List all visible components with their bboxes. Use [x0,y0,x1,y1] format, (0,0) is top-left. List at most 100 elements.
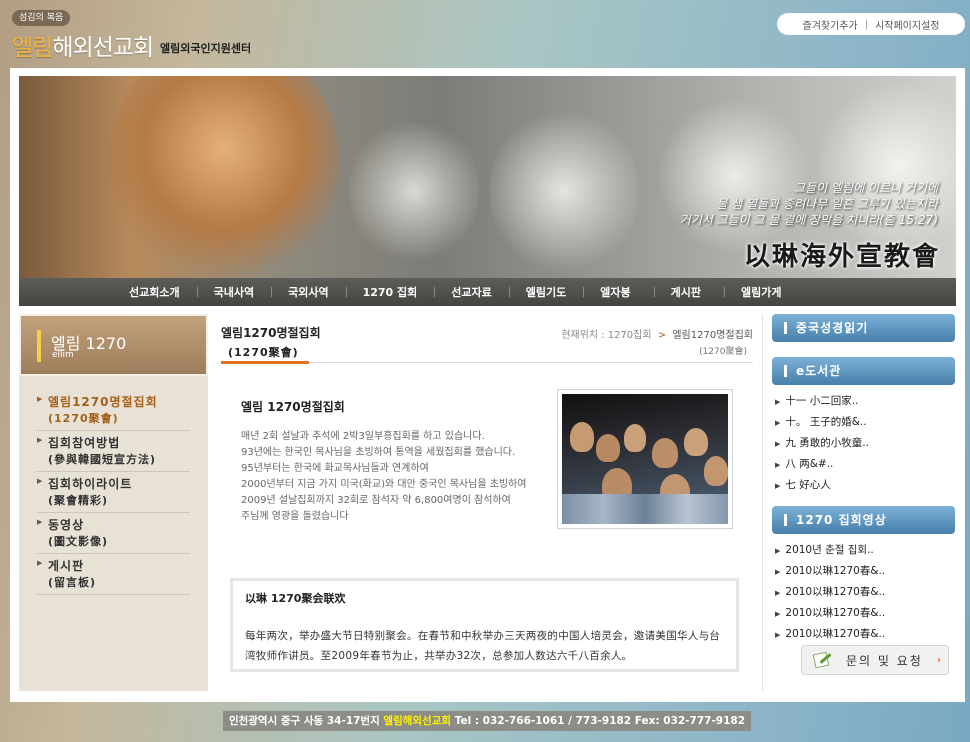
breadcrumb-subtitle: (1270聚會) [699,347,747,357]
sidebar-item-board[interactable]: ▶ 게시판 (留言板) [37,554,190,595]
logo-highlight: 엘림 [12,35,53,61]
sidebar-item-label: 집회참여방법 [48,436,121,450]
photo-figure [570,422,594,452]
intro-line: 93년에는 한국인 목사님을 초빙하여 통역을 세웠집회를 했습니다. [241,447,516,458]
video-item[interactable]: ▶ 2010以琳1270春&.. [775,624,957,645]
sidebar-item-participation[interactable]: ▶ 집회참여방법 (參與韓國短宣方法) [37,431,190,472]
bullet-arrow-icon: ▶ [775,568,781,576]
inquiry-request-button[interactable]: 문의 및 요청 › [801,645,949,675]
library-item[interactable]: ▶ 十。 王子的婚&.. [775,412,957,433]
bible-reading-button[interactable]: 중국성경읽기 [772,314,955,342]
meeting-photo [557,389,733,529]
library-item[interactable]: ▶ 十一 小二回家.. [775,391,957,412]
intro-line: 2009년 설날집회까지 32회로 참석자 약 6,800여명이 참석하여 [241,495,511,506]
right-sidebar: 중국성경읽기 e도서관 ▶ 十一 小二回家.. ▶ 十。 王子的婚&.. ▶ 九 勇敢… [772,314,957,675]
video-item[interactable]: ▶ 2010년 춘절 집회.. [775,540,957,561]
breadcrumb-path[interactable]: 현재위치 : 1270집회 [561,330,651,341]
sidebar-item-sublabel: (聚會精彩) [48,494,109,507]
intro-line: 매년 2회 설날과 추석에 2박3일부흥집회를 하고 있습니다. [241,431,485,442]
logo-text: 해외선교회 [52,35,154,61]
video-item[interactable]: ▶ 2010以琳1270春&.. [775,603,957,624]
sidebar-item-sublabel: (圖文影像) [48,535,109,548]
sidebar-item-sublabel: (留言板) [48,576,97,589]
banner-quote-line: 그들이 엘림에 이르니 거기에 [794,181,938,195]
footer-org-name: 엘림해외선교회 [383,715,452,727]
bullet-arrow-icon: ▶ [775,547,781,555]
footer-info: 인천광역시 중구 사동 34-17번지 엘림해외선교회 Tel : 032-76… [223,711,751,731]
library-item-label: 八 两&#.. [785,458,834,470]
logo-tagline: 섬김의 복음 [12,10,71,26]
main-frame: 그들이 엘림에 이르니 거기에 물 샘 열둘과 종려나무 일흔 그루가 있는지라… [10,68,965,702]
library-item[interactable]: ▶ 九 勇敢的小牧童.. [775,433,957,454]
site-subtitle: 엘림외국인지원센터 [160,42,252,55]
add-favorite-link[interactable]: 즐겨찾기추가 [803,17,858,32]
sidebar-item-sublabel: (參與韓國短宣方法) [48,453,157,466]
breadcrumb: 현재위치 : 1270집회 > 엘림1270명절집회 [561,326,753,341]
library-list: ▶ 十一 小二回家.. ▶ 十。 王子的婚&.. ▶ 九 勇敢的小牧童.. ▶ 八 两&… [772,385,957,496]
arrow-right-icon: ▶ [37,518,43,526]
intro-text: 매년 2회 설날과 추석에 2박3일부흥집회를 하고 있습니다. 93년에는 한… [241,429,527,525]
footer-address: 인천광역시 중구 사동 34-17번지 [228,715,380,727]
column-divider [762,314,763,691]
bullet-arrow-icon: ▶ [775,440,781,448]
sidebar-item-highlights[interactable]: ▶ 집회하이라이트 (聚會精彩) [37,472,190,513]
video-list: ▶ 2010년 춘절 집회.. ▶ 2010以琳1270春&.. ▶ 2010以琳12… [772,534,957,645]
sidebar-item-label: 동영상 [48,518,85,532]
video-item-label: 2010以琳1270春&.. [785,628,886,640]
video-item-label: 2010以琳1270春&.. [785,565,886,577]
banner-quote-line: 거기서 그들이 그 물 곁에 장막을 치니라(출 15:27) [679,213,938,227]
banner-hanja-title: 以琳海外宣教會 [743,242,940,272]
arrow-right-icon: ▶ [37,477,43,485]
page-subtitle: (1270聚會) [228,346,299,359]
intro-line: 2000년부터 지금 가지 미국(화교)와 대만 중국인 목사님을 초빙하여 [241,479,527,490]
nav-item[interactable]: 엘자봉 [583,284,631,300]
video-item[interactable]: ▶ 2010以琳1270春&.. [775,582,957,603]
banner-figure [489,106,639,276]
intro-line: 95년부터는 한국에 화교목사님들과 연계하여 [241,463,429,474]
nav-item[interactable]: 국내사역 [196,284,254,300]
sidebar-header-bar [37,330,41,362]
nav-item[interactable]: 선교회소개 [129,284,180,300]
library-item[interactable]: ▶ 八 两&#.. [775,454,957,475]
arrow-right-icon: ▶ [37,436,43,444]
video-header[interactable]: 1270 집회영상 [772,506,955,534]
set-homepage-link[interactable]: 시작페이지설정 [875,17,939,32]
title-underline [221,361,309,364]
nav-item[interactable]: 엘림기도 [508,284,566,300]
nav-item[interactable]: 엘림가게 [723,284,781,300]
nav-item[interactable]: 1270 집회 [345,284,417,300]
chinese-intro-title: 以琳 1270聚会联欢 [245,592,346,605]
library-header[interactable]: e도서관 [772,357,955,385]
arrow-right-icon: ▶ [37,395,43,403]
arrow-right-icon: ▶ [37,559,43,567]
nav-item[interactable]: 선교자료 [434,284,492,300]
top-links: 즐겨찾기추가 | 시작페이지설정 [777,13,965,35]
footer-contact: Tel : 032-766-1061 / 773-9182 Fex: 032-7… [454,715,746,727]
photo-figure [624,424,646,452]
sidebar-item-label: 엘림1270명절집회 [48,395,158,409]
banner-quote: 그들이 엘림에 이르니 거기에 물 샘 열둘과 종려나무 일흔 그루가 있는지라… [680,180,938,228]
top-links-separator: | [864,18,869,30]
left-sidebar: 엘림 1270 ellim ▶ 엘림1270명절집회 (1270聚會) ▶ 집회… [19,314,208,691]
sidebar-item-1270-meeting[interactable]: ▶ 엘림1270명절집회 (1270聚會) [37,390,190,431]
banner-figure [819,76,956,256]
site-logo[interactable]: 엘림해외선교회 [12,28,154,62]
chinese-intro-box: 以琳 1270聚会联欢 每年两次，举办盛大节日特别聚会。在春节和中秋举办三天两夜… [230,578,739,672]
banner-figure [109,76,339,278]
sidebar-item-sublabel: (1270聚會) [48,412,119,425]
nav-item[interactable]: 게시판 [653,284,701,300]
chevron-right-icon: › [936,654,941,666]
chinese-intro-text: 每年两次，举办盛大节日特别聚会。在春节和中秋举办三天两夜的中国人培灵会，邀请美国… [245,630,721,662]
photo-figure [704,456,728,486]
video-item[interactable]: ▶ 2010以琳1270春&.. [775,561,957,582]
sidebar-item-label: 집회하이라이트 [48,477,133,491]
photo-shirts [562,494,728,524]
sidebar-item-video[interactable]: ▶ 동영상 (圖文影像) [37,513,190,554]
sidebar-subtitle: ellim [52,350,74,360]
library-item[interactable]: ▶ 七 好心人 [775,475,957,496]
video-item-label: 2010년 춘절 집회.. [785,544,874,556]
bullet-arrow-icon: ▶ [775,398,781,406]
breadcrumb-current: 엘림1270명절집회 [672,330,753,341]
nav-item[interactable]: 국외사역 [270,284,329,300]
banner-figure [349,116,479,266]
